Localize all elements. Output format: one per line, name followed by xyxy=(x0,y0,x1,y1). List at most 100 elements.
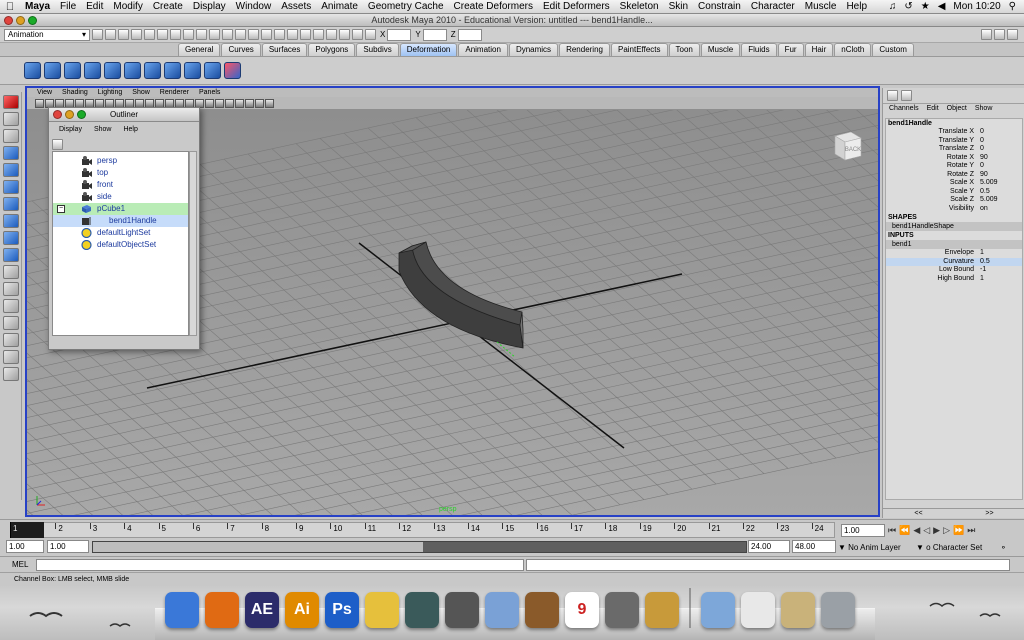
spotlight-icon[interactable]: ⚲ xyxy=(1009,1,1016,12)
select-tool-icon[interactable] xyxy=(2,95,19,109)
mask-handles-icon[interactable] xyxy=(170,29,181,40)
y-field[interactable] xyxy=(422,28,447,41)
menu-window[interactable]: Window xyxy=(231,1,277,12)
attr-value[interactable]: on xyxy=(978,205,1022,214)
step-forward-key-icon[interactable]: ⏩ xyxy=(953,525,964,536)
menu-edit[interactable]: Edit xyxy=(81,1,108,12)
stamp-dock-icon[interactable] xyxy=(781,592,815,628)
soft-modify-tool-icon[interactable] xyxy=(2,214,19,228)
select-component-icon[interactable] xyxy=(157,29,168,40)
after-effects-dock-icon[interactable]: AE xyxy=(245,592,279,628)
input-node-name[interactable]: bend1 xyxy=(886,240,1022,249)
menu-skeleton[interactable]: Skeleton xyxy=(615,1,664,12)
attr-low-bound[interactable]: Low Bound -1 xyxy=(886,266,1022,275)
pencil-dock-icon[interactable] xyxy=(365,592,399,628)
zoom-button[interactable] xyxy=(28,16,37,25)
mask-curves-icon[interactable] xyxy=(196,29,207,40)
mask-joints-icon[interactable] xyxy=(183,29,194,40)
menu-file[interactable]: File xyxy=(55,1,81,12)
viewport-menu-lighting[interactable]: Lighting xyxy=(98,88,123,97)
save-scene-icon[interactable] xyxy=(118,29,129,40)
menu-app-maya[interactable]: Maya xyxy=(20,1,55,12)
outliner-list[interactable]: persp top front side − pCube1 bend1Handl… xyxy=(52,151,189,336)
attr-value[interactable]: 0 xyxy=(978,162,1022,171)
viewport-menu-shading[interactable]: Shading xyxy=(62,88,88,97)
attr-high-bound[interactable]: High Bound 1 xyxy=(886,275,1022,284)
photoshop-dock-icon[interactable]: Ps xyxy=(325,592,359,628)
layout-more-icon[interactable] xyxy=(2,367,19,381)
outliner-scrollbar[interactable] xyxy=(189,151,197,336)
attr-curvature[interactable]: Curvature 0.5 xyxy=(886,257,1022,266)
lock-selection-icon[interactable] xyxy=(261,29,272,40)
outliner-menu-display[interactable]: Display xyxy=(59,124,82,135)
outliner-zoom-button[interactable] xyxy=(77,110,86,119)
shelf-tab-polygons[interactable]: Polygons xyxy=(308,43,356,56)
collapse-toggle[interactable]: − xyxy=(57,205,65,213)
attr-scale-y[interactable]: Scale Y 0.5 xyxy=(886,188,1022,197)
attr-translate-z[interactable]: Translate Z 0 xyxy=(886,145,1022,154)
attr-value[interactable]: 1 xyxy=(978,275,1022,284)
new-scene-icon[interactable] xyxy=(92,29,103,40)
universal-manipulator-icon[interactable] xyxy=(2,197,19,211)
menu-skin[interactable]: Skin xyxy=(664,1,693,12)
time-machine-icon[interactable]: ↺ xyxy=(904,1,912,12)
tool-settings-toggle-icon[interactable] xyxy=(1007,29,1018,40)
menu-character[interactable]: Character xyxy=(746,1,800,12)
clock[interactable]: Mon 10:20 xyxy=(953,1,1000,12)
cb-menu-edit[interactable]: Edit xyxy=(927,104,939,114)
step-forward-frame-icon[interactable]: ▷ xyxy=(943,525,950,536)
attr-scale-x[interactable]: Scale X 5.009 xyxy=(886,179,1022,188)
cluster-icon[interactable] xyxy=(84,62,101,79)
illustrator-dock-icon[interactable]: Ai xyxy=(285,592,319,628)
menu-edit-deformers[interactable]: Edit Deformers xyxy=(538,1,615,12)
nonlinear-sine-icon[interactable] xyxy=(144,62,161,79)
shelf-tab-subdivs[interactable]: Subdivs xyxy=(356,43,399,56)
current-time-field[interactable]: 1.00 xyxy=(841,524,885,537)
xray-joints-icon[interactable] xyxy=(225,98,234,108)
menuset-dropdown[interactable]: Animation ▾ xyxy=(4,28,90,41)
shelf-tab-dynamics[interactable]: Dynamics xyxy=(508,43,559,56)
anim-layer-dropdown[interactable]: ▼ No Anim Layer xyxy=(838,543,901,552)
attr-translate-x[interactable]: Translate X 0 xyxy=(886,128,1022,137)
shelf-tab-fluids[interactable]: Fluids xyxy=(741,43,777,56)
menu-constrain[interactable]: Constrain xyxy=(693,1,746,12)
menu-geometry-cache[interactable]: Geometry Cache xyxy=(363,1,449,12)
step-back-frame-icon[interactable]: ◀ xyxy=(913,525,920,536)
menu-create[interactable]: Create xyxy=(148,1,188,12)
outliner-close-button[interactable] xyxy=(53,110,62,119)
outliner-item-defaultobjectset[interactable]: defaultObjectSet xyxy=(53,239,188,251)
attr-scale-z[interactable]: Scale Z 5.009 xyxy=(886,196,1022,205)
high-quality-icon[interactable] xyxy=(205,98,214,108)
shelf-tab-curves[interactable]: Curves xyxy=(221,43,261,56)
shelf-tab-surfaces[interactable]: Surfaces xyxy=(261,43,308,56)
close-button[interactable] xyxy=(4,16,13,25)
viewport-menu-renderer[interactable]: Renderer xyxy=(160,88,189,97)
firefox-dock-icon[interactable] xyxy=(205,592,239,628)
layout-graph-icon[interactable] xyxy=(2,316,19,330)
menu-help[interactable]: Help xyxy=(841,1,872,12)
time-slider-track[interactable]: 123456789101112131415161718192021222324 xyxy=(10,522,835,538)
camera-dock-icon[interactable] xyxy=(445,592,479,628)
lasso-tool-icon[interactable] xyxy=(2,112,19,126)
layout-single-icon[interactable] xyxy=(2,265,19,279)
attr-value[interactable]: 0 xyxy=(978,128,1022,137)
apple-icon[interactable]:  xyxy=(0,1,20,13)
trash-dock-icon[interactable] xyxy=(821,592,855,628)
shelf-tab-general[interactable]: General xyxy=(178,43,221,56)
shelf-tab-rendering[interactable]: Rendering xyxy=(559,43,610,56)
attr-value[interactable]: 0 xyxy=(978,137,1022,146)
outliner-menu-show[interactable]: Show xyxy=(94,124,112,135)
folder-dock-icon[interactable] xyxy=(701,592,735,628)
attr-value[interactable]: 1 xyxy=(978,249,1022,258)
character-set-dropdown[interactable]: ▼ o Character Set xyxy=(916,543,982,552)
x-field[interactable] xyxy=(387,28,412,41)
move-tool-icon[interactable] xyxy=(2,146,19,160)
mask-deformations-icon[interactable] xyxy=(222,29,233,40)
maya-dock-icon[interactable] xyxy=(405,592,439,628)
snap-plane-icon[interactable] xyxy=(313,29,324,40)
outliner-titlebar[interactable]: Outliner xyxy=(49,108,199,122)
viewport-menu-show[interactable]: Show xyxy=(132,88,150,97)
shelf-tab-toon[interactable]: Toon xyxy=(668,43,700,56)
scroll-left-button[interactable]: << xyxy=(914,509,922,518)
garageband-dock-icon[interactable] xyxy=(525,592,559,628)
